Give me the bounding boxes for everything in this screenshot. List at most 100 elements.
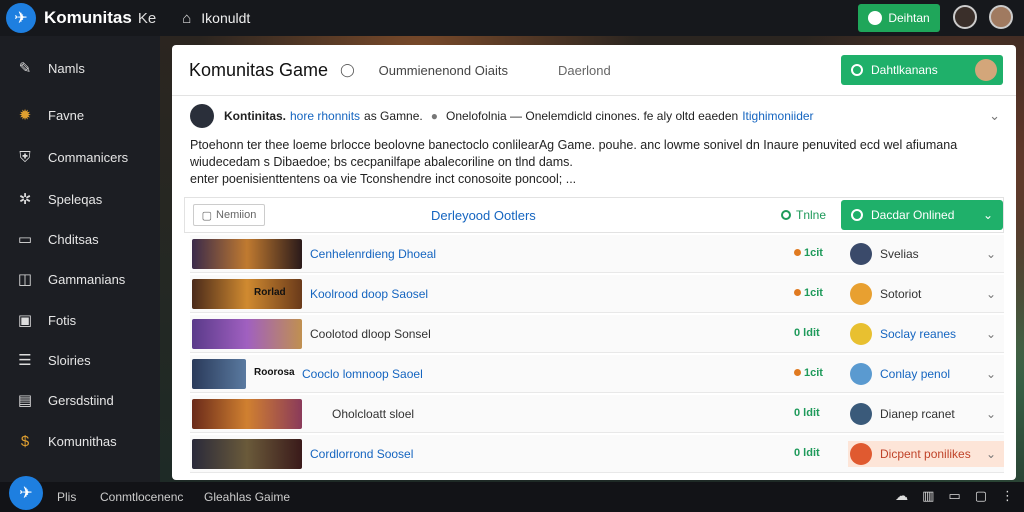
thumb-label: Rorlad bbox=[254, 287, 286, 298]
row-title[interactable]: Oholcloatt sloel bbox=[332, 407, 414, 421]
list-icon: ☰ bbox=[18, 352, 32, 369]
row-title[interactable]: Cooclo lomnoop Saoel bbox=[302, 367, 423, 381]
game-thumbnail bbox=[192, 319, 302, 349]
avatar-user-2[interactable] bbox=[989, 5, 1013, 29]
row-user-name: Conlay penol bbox=[880, 367, 951, 381]
count-dot-icon bbox=[794, 369, 801, 376]
chevron-down-icon: ⌄ bbox=[985, 407, 996, 421]
sidebar-item-label: Gersdstiind bbox=[48, 392, 114, 408]
top-user-label[interactable]: Ikonuldt bbox=[201, 10, 250, 26]
bottom-item-plis[interactable]: Plis bbox=[57, 490, 76, 504]
post-mid: as Gamne. bbox=[364, 109, 423, 123]
bottom-item-3[interactable]: Gleahlas Gaime bbox=[204, 490, 290, 504]
bottom-icon-tray: ☁ ▥ ▭ ▢ ⋮ bbox=[895, 488, 1014, 504]
list-toolbar: ▢ Nemiion Derleyood Ootlers Tnlne Dacdar… bbox=[184, 197, 1004, 233]
row-count-label: 0 ldit bbox=[794, 327, 820, 339]
post-summary-link[interactable]: Itighimoniider bbox=[742, 109, 813, 123]
toolbar-center-link[interactable]: Derleyood Ootlers bbox=[431, 208, 536, 223]
list-item[interactable]: Cordlorrond Soosel 0 ldit Dicpent ponili… bbox=[190, 435, 1004, 473]
row-title[interactable]: Cenhelenrdieng Dhoeal bbox=[310, 247, 436, 261]
status-label: Tnlne bbox=[796, 208, 827, 222]
book-icon[interactable]: ▥ bbox=[922, 488, 934, 504]
sidebar-item-8[interactable]: ▤ Gersdstiind bbox=[0, 385, 160, 415]
sidebar-item-1[interactable]: ✹ Favne bbox=[0, 100, 160, 130]
row-title[interactable]: Koolrood doop Saosel bbox=[310, 287, 428, 301]
filter-button[interactable]: ▢ Nemiion bbox=[193, 204, 265, 226]
brand-name: Komunitas bbox=[44, 8, 132, 27]
row-user[interactable]: Svelias ⌄ bbox=[848, 241, 1004, 267]
chevron-down-icon[interactable]: ⌄ bbox=[989, 108, 1000, 124]
count-dot-icon bbox=[794, 289, 801, 296]
ring-icon bbox=[851, 64, 863, 76]
description-line: wiudecedam s Dibaedoe; bs cecpanilfape a… bbox=[190, 155, 573, 169]
circle-icon[interactable]: ◯ bbox=[340, 62, 355, 78]
row-title[interactable]: Cordlorrond Soosel bbox=[310, 447, 413, 461]
description-line: Ptoehonn ter thee loeme brlocce beolovne… bbox=[190, 138, 958, 152]
header-divider bbox=[172, 95, 1016, 96]
bottom-item-2[interactable]: Conmtlocenenc bbox=[100, 490, 183, 504]
feather-icon: ✎ bbox=[18, 60, 32, 77]
top-action-button[interactable]: Deihtan bbox=[858, 4, 940, 32]
list-item[interactable]: Roorosa Cooclo lomnoop Saoel 1cit Conlay… bbox=[190, 355, 1004, 393]
description-line: enter poenisienttentens oa vie Tconshend… bbox=[190, 172, 577, 186]
sidebar-item-3[interactable]: ✲ Speleqas bbox=[0, 184, 160, 214]
row-user[interactable]: Dicpent ponilikes ⌄ bbox=[848, 441, 1004, 467]
sidebar-item-label: Fotis bbox=[48, 312, 77, 328]
row-user[interactable]: Dianep rcanet ⌄ bbox=[848, 401, 1004, 427]
tab-daerlond[interactable]: Daerlond bbox=[558, 63, 611, 78]
list-item[interactable]: Coolotod dloop Sonsel 0 ldit Soclay rean… bbox=[190, 315, 1004, 353]
filter-icon: ▢ bbox=[201, 209, 213, 222]
bell-icon[interactable]: ⌂ bbox=[182, 10, 191, 27]
row-user[interactable]: Soclay reanes ⌄ bbox=[848, 321, 1004, 347]
more-icon[interactable]: ⋮ bbox=[1001, 488, 1014, 504]
sidebar-item-4[interactable]: ▭ Chditsas bbox=[0, 224, 160, 254]
pin-icon: ● bbox=[430, 109, 438, 123]
community-panel: Komunitas Game ◯ Oummienenond Oiaits Dae… bbox=[172, 45, 1016, 480]
row-user[interactable]: Sotoriot ⌄ bbox=[848, 281, 1004, 307]
chevron-down-icon: ⌄ bbox=[985, 447, 996, 461]
post-author: Kontinitas. bbox=[224, 109, 286, 123]
sidebar-item-5[interactable]: ◫ Gammanians bbox=[0, 264, 160, 294]
online-status[interactable]: Tnlne bbox=[781, 208, 826, 222]
online-dropdown[interactable]: Dacdar Onlined ⌄ bbox=[841, 200, 1003, 230]
dollar-icon: $ bbox=[20, 432, 30, 450]
panel-subtitle[interactable]: Oummienenond Oiaits bbox=[379, 63, 508, 78]
settings-icon: ▤ bbox=[17, 392, 33, 409]
row-user[interactable]: Conlay penol ⌄ bbox=[848, 361, 1004, 387]
avatar bbox=[850, 443, 872, 465]
sidebar-item-9[interactable]: $ Komunithas bbox=[0, 426, 160, 456]
star-icon: ✲ bbox=[18, 191, 32, 208]
sidebar-item-7[interactable]: ☰ Sloiries bbox=[0, 345, 160, 375]
sidebar-item-0[interactable]: ✎ Namls bbox=[0, 53, 160, 83]
window-icon[interactable]: ▢ bbox=[975, 488, 987, 504]
top-action-label: Deihtan bbox=[888, 11, 930, 25]
sidebar-item-2[interactable]: ⛨ Commanicers bbox=[0, 142, 160, 172]
row-user-name: Svelias bbox=[880, 247, 919, 261]
game-thumbnail bbox=[192, 439, 302, 469]
row-title[interactable]: Coolotod dloop Sonsel bbox=[310, 327, 431, 341]
chevron-down-icon: ⌄ bbox=[985, 327, 996, 341]
panel-action-button[interactable]: Dahtlkanans bbox=[841, 55, 1003, 85]
avatar-user-1[interactable] bbox=[953, 5, 977, 29]
sidebar-item-label: Speleqas bbox=[48, 191, 103, 207]
chevron-down-icon: ⌄ bbox=[985, 247, 996, 261]
sidebar: ✎ Namls ✹ Favne ⛨ Commanicers ✲ Speleqas… bbox=[0, 36, 160, 482]
app-logo-icon[interactable]: ✈ bbox=[9, 476, 43, 510]
post-summary: Onelofolnia — Onelemdicld cinones. fe al… bbox=[446, 109, 739, 123]
row-count-label: 0 ldit bbox=[794, 447, 820, 459]
list-item[interactable]: Oholcloatt sloel 0 ldit Dianep rcanet ⌄ bbox=[190, 395, 1004, 433]
avatar[interactable] bbox=[190, 104, 214, 128]
row-count-label: 1cit bbox=[804, 367, 823, 379]
post-link[interactable]: hore rhonnits bbox=[290, 109, 360, 123]
sidebar-item-label: Commanicers bbox=[48, 149, 129, 165]
list-item[interactable]: Cenhelenrdieng Dhoeal 1cit Svelias ⌄ bbox=[190, 235, 1004, 273]
message-icon[interactable]: ▭ bbox=[948, 488, 960, 504]
chevron-down-icon: ⌄ bbox=[982, 208, 993, 222]
avatar bbox=[850, 323, 872, 345]
chat-icon[interactable]: ☁ bbox=[895, 488, 908, 504]
list-item[interactable]: Rorlad Koolrood doop Saosel 1cit Sotorio… bbox=[190, 275, 1004, 313]
sidebar-item-6[interactable]: ▣ Fotis bbox=[0, 305, 160, 335]
row-count: 1cit bbox=[794, 367, 823, 379]
app-logo-icon[interactable]: ✈ bbox=[6, 3, 36, 33]
game-thumbnail bbox=[192, 399, 302, 429]
